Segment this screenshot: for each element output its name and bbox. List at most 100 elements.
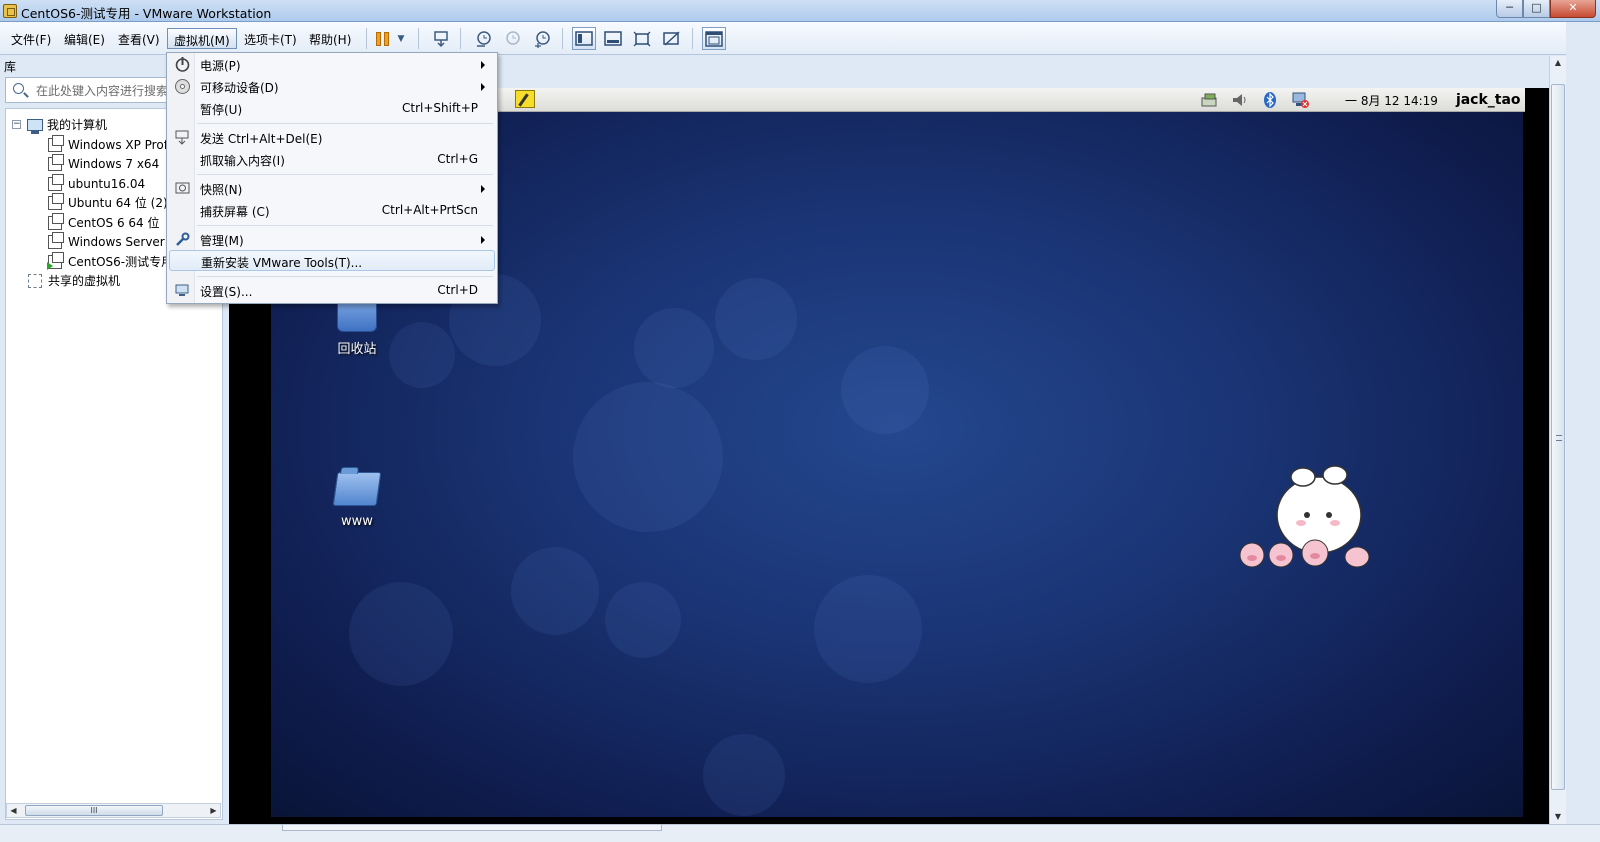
menu-item-label: 电源(P) xyxy=(200,59,241,73)
notes-icon[interactable] xyxy=(515,90,535,108)
search-icon xyxy=(13,83,24,94)
menu-vm[interactable]: 虚拟机(M) xyxy=(167,28,237,49)
window-right-edge xyxy=(1566,22,1600,824)
tree-item-vm[interactable]: Windows 7 x64 xyxy=(48,153,160,173)
scroll-down-icon[interactable]: ▼ xyxy=(1550,810,1566,824)
scrollbar-grip xyxy=(1556,435,1562,441)
bunny-mascot-decoration xyxy=(1239,465,1370,568)
folder-icon xyxy=(332,472,382,506)
scroll-up-icon[interactable]: ▲ xyxy=(1550,56,1566,70)
unity-icon xyxy=(663,30,680,46)
status-bar-segment xyxy=(282,825,662,831)
scroll-left-icon[interactable]: ◀ xyxy=(7,804,20,817)
menu-file[interactable]: 文件(F) xyxy=(5,28,57,49)
close-button[interactable]: ✕ xyxy=(1550,0,1596,18)
keyboard-icon xyxy=(175,130,189,145)
unity-button[interactable] xyxy=(660,27,684,50)
pause-button[interactable] xyxy=(371,27,395,50)
tree-item-vm[interactable]: ubuntu16.04 xyxy=(48,173,145,193)
guest-username[interactable]: jack_tao xyxy=(1456,92,1521,108)
menu-item-shortcut: Ctrl+G xyxy=(437,152,478,166)
network-icon[interactable] xyxy=(1201,92,1219,108)
menu-item-capture-screen[interactable]: 捕获屏幕 (C) Ctrl+Alt+PrtScn xyxy=(169,200,495,221)
snapshot-manager-button[interactable] xyxy=(530,27,554,50)
library-view-button[interactable] xyxy=(572,27,596,50)
console-view-button[interactable] xyxy=(702,27,726,50)
toolbar-separator xyxy=(366,28,367,49)
wrench-icon xyxy=(176,232,190,246)
menu-item-label: 暂停(U) xyxy=(200,103,243,117)
vm-label: CentOS6-测试专用 xyxy=(68,255,174,269)
thumbnail-view-button[interactable] xyxy=(601,27,625,50)
tree-item-shared-vms[interactable]: 共享的虚拟机 xyxy=(28,271,120,290)
menu-item-snapshot[interactable]: 快照(N) xyxy=(169,178,495,199)
vm-icon xyxy=(48,134,64,152)
vm-icon xyxy=(48,153,64,171)
menu-item-send-ctrl-alt-del[interactable]: 发送 Ctrl+Alt+Del(E) xyxy=(169,127,495,148)
scrollbar-thumb[interactable] xyxy=(1551,84,1565,790)
library-horizontal-scrollbar[interactable]: ◀ III ▶ xyxy=(6,803,221,818)
library-view-icon xyxy=(575,30,593,46)
submenu-arrow-icon xyxy=(481,185,485,193)
chevron-down-icon: ▼ xyxy=(397,33,405,44)
menu-help[interactable]: 帮助(H) xyxy=(303,28,357,49)
desktop-icon-www-folder[interactable]: www xyxy=(317,472,397,529)
menu-item-label: 管理(M) xyxy=(200,234,244,248)
scrollbar-thumb[interactable]: III xyxy=(25,805,163,816)
menu-item-manage[interactable]: 管理(M) xyxy=(169,229,495,250)
network-disconnected-icon[interactable] xyxy=(1291,92,1309,108)
menu-item-reinstall-vmware-tools[interactable]: 重新安装 VMware Tools(T)... xyxy=(169,250,495,271)
computer-icon xyxy=(27,118,43,134)
desktop-icon-trash[interactable]: 回收站 xyxy=(317,298,397,357)
menu-item-pause[interactable]: 暂停(U) Ctrl+Shift+P xyxy=(169,98,495,119)
maximize-button[interactable]: □ xyxy=(1523,0,1550,18)
guest-clock[interactable]: 一 8月 12 14:19 xyxy=(1345,92,1438,109)
toolbar-separator xyxy=(460,28,461,49)
console-view-icon xyxy=(705,30,723,47)
menu-bar: 文件(F) 编辑(E) 查看(V) 虚拟机(M) 选项卡(T) 帮助(H) ▼ xyxy=(0,22,1600,55)
power-dropdown-button[interactable]: ▼ xyxy=(393,27,409,50)
menu-item-label: 设置(S)... xyxy=(200,285,253,299)
menu-item-grab-input[interactable]: 抓取输入内容(I) Ctrl+G xyxy=(169,149,495,170)
volume-icon[interactable] xyxy=(1231,92,1249,108)
collapse-icon[interactable]: − xyxy=(12,120,21,129)
menu-item-label: 捕获屏幕 (C) xyxy=(200,205,270,219)
revert-snapshot-icon xyxy=(506,30,520,45)
snapshot-icon xyxy=(477,30,491,47)
vm-vertical-scrollbar[interactable]: ▲ ▼ xyxy=(1549,56,1566,824)
menu-edit[interactable]: 编辑(E) xyxy=(58,28,111,49)
menu-item-settings[interactable]: 设置(S)... Ctrl+D xyxy=(169,280,495,301)
menu-separator xyxy=(197,123,493,124)
title-bar: CentOS6-测试专用 - VMware Workstation ─ □ ✕ xyxy=(0,0,1600,22)
guest-system-tray: 一 8月 12 14:19 jack_tao xyxy=(1201,88,1521,112)
background-bokeh xyxy=(634,308,714,388)
vm-dropdown-menu: 电源(P) 可移动设备(D) 暂停(U) Ctrl+Shift+P 发送 Ctr… xyxy=(166,52,498,304)
fullscreen-button[interactable] xyxy=(630,27,654,50)
background-bokeh xyxy=(605,582,681,658)
vm-label: Windows 7 x64 xyxy=(68,156,160,171)
send-ctrl-alt-del-button[interactable] xyxy=(429,27,453,50)
menu-view[interactable]: 查看(V) xyxy=(112,28,166,49)
scroll-right-icon[interactable]: ▶ xyxy=(207,804,220,817)
tree-root-label: 我的计算机 xyxy=(47,118,108,132)
menu-item-removable-devices[interactable]: 可移动设备(D) xyxy=(169,76,495,97)
tree-root-my-computer[interactable]: − 我的计算机 xyxy=(12,115,107,134)
menu-item-power[interactable]: 电源(P) xyxy=(169,54,495,75)
disc-icon xyxy=(175,79,190,94)
status-bar xyxy=(0,824,1600,842)
snapshot-button[interactable] xyxy=(471,27,495,50)
desktop-icon-label: www xyxy=(341,514,373,529)
thumbnail-view-icon xyxy=(604,30,622,46)
tree-item-vm[interactable]: CentOS 6 64 位 xyxy=(48,212,160,232)
tree-item-vm-running[interactable]: CentOS6-测试专用 xyxy=(47,251,174,271)
bluetooth-icon[interactable] xyxy=(1261,92,1279,108)
window-title: CentOS6-测试专用 - VMware Workstation xyxy=(21,6,272,21)
fullscreen-icon xyxy=(633,31,651,46)
vm-icon xyxy=(48,173,64,191)
revert-snapshot-button[interactable] xyxy=(500,27,524,50)
tree-item-vm[interactable]: Ubuntu 64 位 (2) xyxy=(48,192,168,212)
menu-tabs[interactable]: 选项卡(T) xyxy=(238,28,303,49)
background-bokeh xyxy=(703,734,785,816)
minimize-button[interactable]: ─ xyxy=(1496,0,1523,18)
vm-label: CentOS 6 64 位 xyxy=(68,216,160,230)
